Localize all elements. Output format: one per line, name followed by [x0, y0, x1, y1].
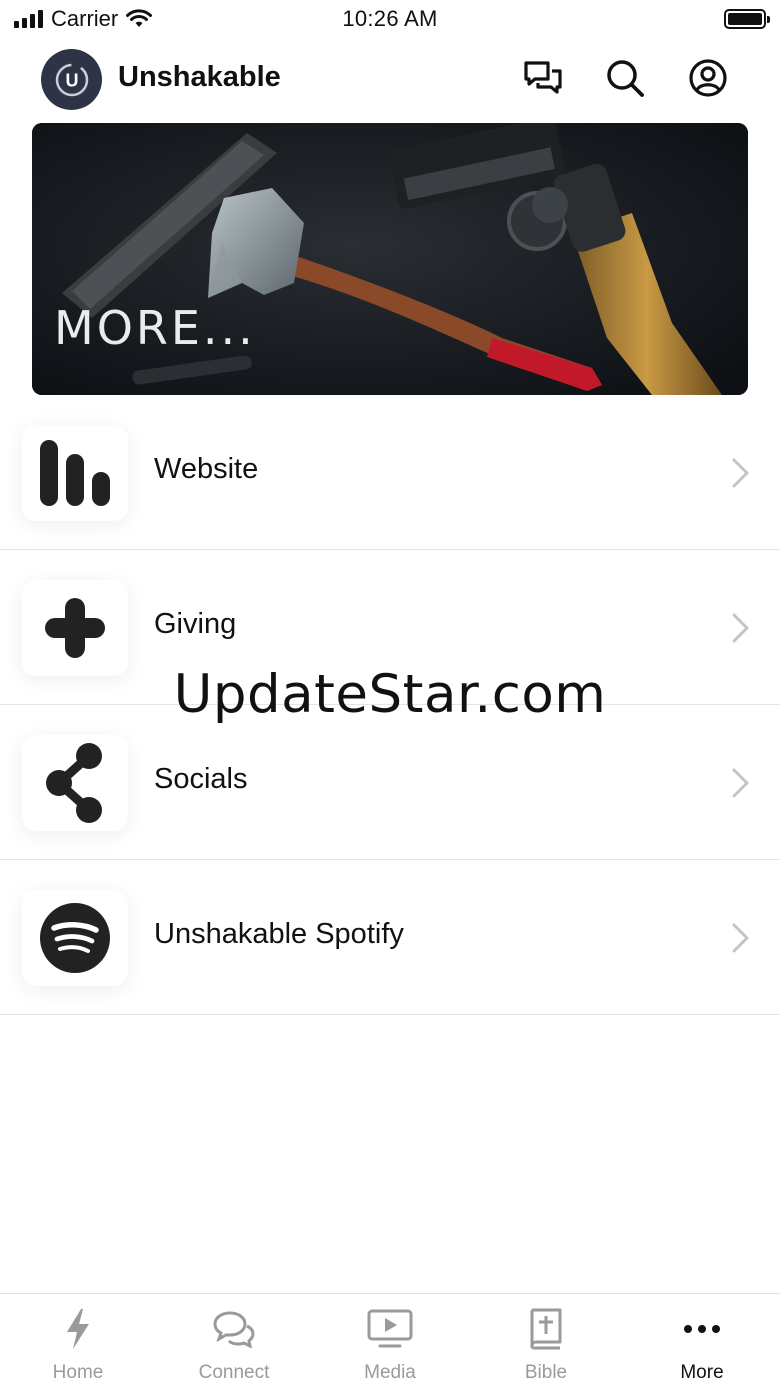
share-icon — [46, 743, 102, 823]
list-item-website[interactable]: Website — [0, 395, 780, 550]
battery-icon — [724, 9, 770, 29]
list-item-label: Socials — [154, 763, 248, 795]
play-screen-icon — [367, 1309, 413, 1348]
giving-icon-tile — [22, 580, 128, 676]
status-time: 10:26 AM — [342, 6, 438, 31]
search-icon — [607, 60, 644, 97]
website-icon-tile — [22, 425, 128, 521]
messages-button[interactable] — [521, 56, 565, 100]
account-button[interactable] — [686, 56, 730, 100]
list-item-label: Unshakable Spotify — [154, 918, 404, 950]
tab-more[interactable]: More — [624, 1294, 780, 1387]
tab-label: Connect — [198, 1362, 270, 1383]
chevron-right-icon — [732, 768, 749, 798]
chat-bubbles-icon — [524, 61, 562, 94]
app-logo[interactable]: U — [41, 49, 102, 110]
tab-label: More — [680, 1362, 724, 1383]
list-item-spotify[interactable]: Unshakable Spotify — [0, 860, 780, 1015]
search-button[interactable] — [603, 56, 647, 100]
bolt-icon — [67, 1309, 89, 1349]
account-icon — [689, 59, 727, 97]
bible-icon — [530, 1308, 562, 1350]
more-dots-icon — [684, 1325, 720, 1333]
more-list: Website Giving Socials Unshakable Spotif… — [0, 395, 780, 1015]
status-bar: Carrier 10:26 AM — [0, 0, 780, 40]
tab-label: Media — [364, 1362, 416, 1383]
list-item-label: Website — [154, 453, 259, 485]
app-header: U Unshakable — [0, 44, 780, 114]
plus-icon — [45, 598, 105, 658]
chevron-right-icon — [732, 613, 749, 643]
tab-connect[interactable]: Connect — [156, 1294, 312, 1387]
chat-icon — [213, 1311, 255, 1348]
app-title: Unshakable — [118, 61, 281, 93]
more-banner: MORE... — [32, 123, 748, 395]
socials-icon-tile — [22, 735, 128, 831]
logo-letter: U — [65, 70, 78, 90]
tab-media[interactable]: Media — [312, 1294, 468, 1387]
tab-bible[interactable]: Bible — [468, 1294, 624, 1387]
tab-home[interactable]: Home — [0, 1294, 156, 1387]
tab-bar: Home Connect Media Bible More — [0, 1293, 780, 1387]
bars-icon — [40, 440, 110, 506]
list-item-socials[interactable]: Socials — [0, 705, 780, 860]
tab-label: Bible — [524, 1362, 568, 1383]
spotify-icon — [40, 903, 110, 973]
banner-title: MORE... — [54, 301, 256, 355]
list-item-label: Giving — [154, 608, 237, 640]
logo-icon: U — [55, 63, 88, 96]
spotify-icon-tile — [22, 890, 128, 986]
tab-label: Home — [52, 1362, 104, 1383]
list-item-giving[interactable]: Giving — [0, 550, 780, 705]
chevron-right-icon — [732, 458, 749, 488]
chevron-right-icon — [732, 923, 749, 953]
